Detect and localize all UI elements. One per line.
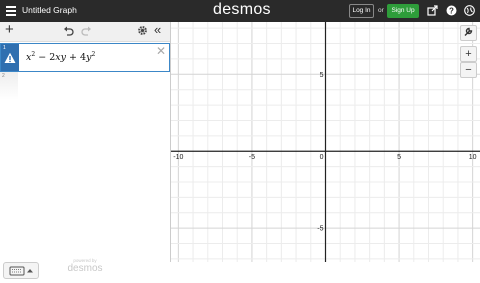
formula-op: + [69,52,77,64]
svg-text:?: ? [449,6,454,15]
warning-icon[interactable] [4,51,16,63]
expression-gutter: 1 [1,44,19,71]
keyboard-icon [9,266,33,276]
formula-op: − [38,52,47,64]
x-tick-label: -10 [173,154,183,161]
globe-icon[interactable] [464,5,475,16]
x-tick-label: 5 [397,154,401,161]
formula-var-xy: xy [55,52,66,64]
y-tick-label: 5 [320,72,324,79]
keyboard-toggle-button[interactable] [3,262,39,279]
add-expression-icon[interactable]: + [5,22,14,37]
graph-canvas[interactable]: -10 -5 0 5 10 5 -5 [171,22,480,262]
y-tick-label: -5 [317,226,323,233]
expression-toolbar: + « [0,22,170,42]
zoom-in-button[interactable]: + [460,46,477,62]
formula-exp: 2 [91,51,96,58]
login-button[interactable]: Log In [349,4,374,18]
signup-button[interactable]: Sign Up [387,4,419,18]
x-tick-label: -5 [249,154,255,161]
zoom-out-button[interactable]: − [460,62,477,78]
formula-exp: 2 [31,51,36,58]
expression-row[interactable]: 1 x2 − 2xy + 4y2 ✕ [0,43,170,72]
top-bar: Untitled Graph desmos Log In or Sign Up … [0,0,480,22]
powered-by-desmos: powered by desmos [66,258,104,274]
share-icon[interactable] [427,5,438,16]
expression-formula[interactable]: x2 − 2xy + 4y2 [26,51,95,63]
graph-title[interactable]: Untitled Graph [22,5,77,15]
help-icon[interactable]: ? [446,5,457,16]
collapse-panel-icon[interactable]: « [154,23,161,37]
powered-by-logo: desmos [67,263,103,274]
graph-settings-wrench-icon[interactable] [460,25,477,41]
undo-icon[interactable] [63,25,74,39]
expression-panel: + « 1 x2 − 2xy + 4y2 ✕ 2 powered by desm… [0,22,171,279]
desmos-logo: desmos [213,1,271,18]
delete-expression-icon[interactable]: ✕ [156,45,166,57]
redo-icon[interactable] [81,25,92,39]
x-tick-label: 10 [469,154,477,161]
settings-gear-icon[interactable] [137,25,148,39]
expression-row-empty[interactable]: 2 [0,72,18,100]
hamburger-menu-icon[interactable] [6,6,16,16]
x-tick-label: 0 [320,154,324,161]
or-label: or [378,7,384,14]
expression-number: 2 [2,73,5,79]
